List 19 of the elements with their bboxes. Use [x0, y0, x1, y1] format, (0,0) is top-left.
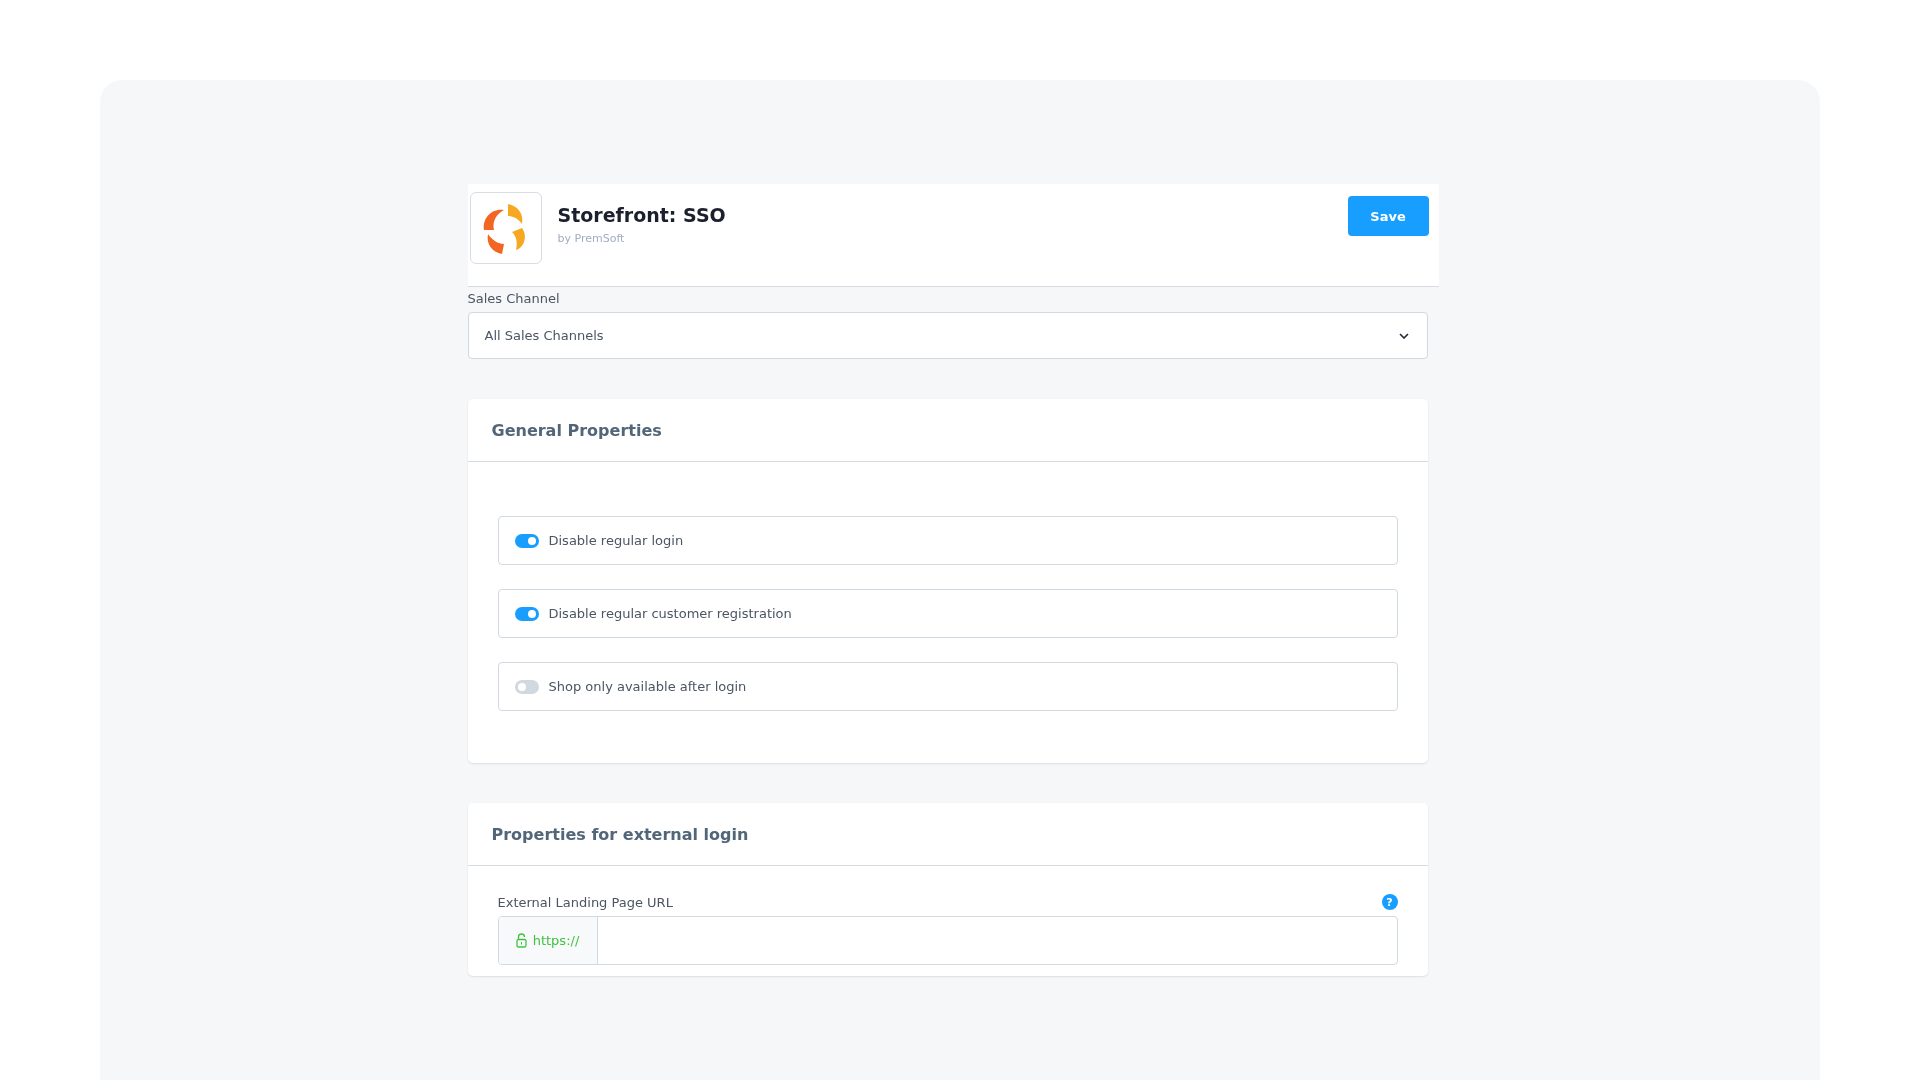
- lock-icon: [515, 933, 527, 948]
- sales-channel-select[interactable]: All Sales Channels: [467, 312, 1428, 359]
- url-input-field[interactable]: https://: [497, 916, 1398, 965]
- toggle-label: Shop only available after login: [548, 679, 747, 694]
- chevron-down-icon: [1398, 332, 1409, 339]
- vendor-name: by PremSoft: [557, 232, 626, 245]
- toggle-label: Disable regular login: [548, 533, 684, 548]
- card-title: General Properties: [491, 420, 662, 440]
- toggle-label: Disable regular customer registration: [548, 606, 792, 621]
- url-prefix: https://: [498, 917, 598, 964]
- field-label: External Landing Page URL: [497, 894, 673, 910]
- toggle-switch[interactable]: [514, 606, 539, 621]
- card-title: Properties for external login: [491, 824, 749, 844]
- plugin-title: Storefront: SSO: [557, 204, 727, 226]
- toggle-switch[interactable]: [514, 533, 539, 548]
- help-icon[interactable]: ?: [1381, 894, 1398, 910]
- field-label: Sales Channel: [467, 291, 561, 306]
- toggle-switch[interactable]: [514, 679, 539, 694]
- save-button[interactable]: Save: [1347, 196, 1429, 236]
